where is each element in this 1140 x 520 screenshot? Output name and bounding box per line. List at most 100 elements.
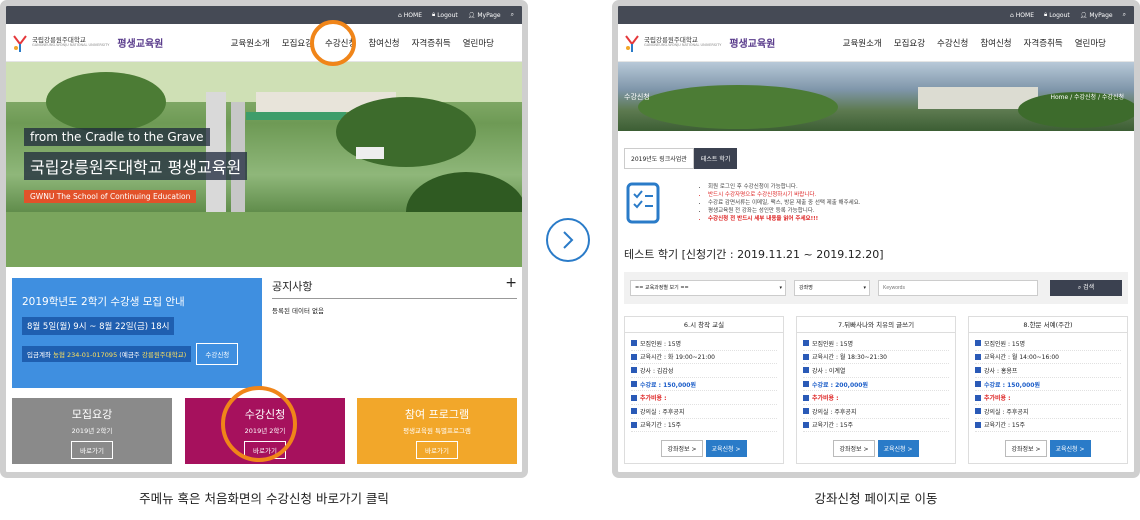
logout-link[interactable]: 🔒︎ Logout [1044, 11, 1070, 19]
tile-recruit-button[interactable]: 바로가기 [71, 441, 113, 459]
checkbox-icon [975, 421, 981, 428]
nav-item-recruit[interactable]: 모집요강 [282, 37, 313, 49]
checkbox-icon [975, 340, 981, 347]
course-row: 수강료 : 200,000원 [803, 378, 949, 392]
tab-link-project[interactable]: 2019년도 링크사업관 [624, 148, 694, 169]
site-logo[interactable]: 국립강릉원주대학교 GANGNEUNG-WONJU NATIONAL UNIVER… [12, 32, 163, 54]
tile-program-sub: 평생교육원 특별프로그램 [403, 427, 471, 435]
main-nav: 교육원소개 모집요강 수강신청 참여신청 자격증취득 열린마당 [231, 37, 494, 49]
info-list: 회원 로그인 후 수강신청이 가능합니다. 반드시 수강자명으로 수강신청하시기… [708, 183, 861, 223]
course-row: 강사 : 이계열 [803, 364, 949, 378]
top-utility-bar: ⌂ HOME 🔒︎ Logout 👤︎ MyPage ⌕ [6, 6, 522, 24]
nav-item-board[interactable]: 열린마당 [1075, 37, 1106, 49]
checkbox-icon [631, 421, 637, 428]
course-row: 강의실 : 주후공지 [975, 405, 1121, 419]
left-caption: 주메뉴 혹은 처음화면의 수강신청 바로가기 클릭 [139, 491, 389, 506]
info-item: 반드시 수강자명으로 수강신청하시기 바랍니다. [708, 191, 861, 199]
course-row: 모집인원 : 15명 [631, 337, 777, 351]
course-row: 수강료 : 150,000원 [631, 378, 777, 392]
course-card: 6.시 창작 교실 모집인원 : 15명 교육시간 : 화 19:00~21:0… [624, 316, 784, 464]
course-row: 교육시간 : 월 14:00~16:00 [975, 351, 1121, 365]
nav-item-recruit[interactable]: 모집요강 [894, 37, 925, 49]
nav-item-board[interactable]: 열린마당 [463, 37, 494, 49]
nav-item-enroll[interactable]: 수강신청 [937, 37, 968, 49]
search-icon[interactable]: ⌕ [1123, 11, 1126, 19]
search-button[interactable]: ⌕ 검색 [1050, 280, 1122, 296]
home-link[interactable]: ⌂ HOME [1010, 12, 1034, 19]
search-icon[interactable]: ⌕ [511, 11, 514, 19]
university-logo-icon [13, 34, 27, 52]
checkbox-icon [803, 394, 809, 401]
user-icon: 👤︎ [1079, 11, 1088, 19]
home-icon: ⌂ [1009, 11, 1014, 19]
course-apply-button[interactable]: 교육신청 > [1049, 440, 1091, 458]
course-row: 모집인원 : 15명 [975, 337, 1121, 351]
highlight-circle-tile [221, 386, 297, 462]
checklist-icon [626, 182, 660, 224]
logout-link[interactable]: 🔒︎ Logout [432, 11, 458, 19]
nav-item-certificate[interactable]: 자격증취득 [1024, 37, 1063, 49]
info-item: 수강료 감면서류는 이메일, 팩스, 방문 제출 중 선택 제출 해주세요. [708, 199, 861, 207]
hero-title: 국립강릉원주대학교 평생교육원 [24, 152, 248, 180]
notice-board: 공지사항 + 등록된 데이터 없음 [272, 276, 517, 388]
plus-icon[interactable]: + [505, 276, 517, 294]
search-input[interactable] [878, 280, 1038, 296]
home-link[interactable]: ⌂ HOME [398, 12, 422, 19]
nav-item-certificate[interactable]: 자격증취득 [412, 37, 451, 49]
field-select[interactable]: 강좌명 ▾ [794, 280, 870, 296]
next-arrow [546, 218, 590, 262]
term-title: 테스트 학기 [신청기간 : 2019.11.21 ~ 2019.12.20] [624, 248, 884, 261]
page-banner: 수강신청 Home / 수강신청 / 수강신청 [618, 62, 1134, 131]
nav-item-participate[interactable]: 참여신청 [368, 37, 399, 49]
course-title: 7.뒤빠사나와 치유의 글쓰기 [797, 317, 955, 333]
site-logo[interactable]: 국립강릉원주대학교 GANGNEUNG-WONJU NATIONAL UNIVER… [624, 32, 775, 54]
course-row: 교육시간 : 월 18:30~21:30 [803, 351, 949, 365]
lock-icon: 🔒︎ [1043, 11, 1048, 18]
checkbox-icon [803, 353, 809, 360]
mypage-link[interactable]: 👤︎ MyPage [1080, 12, 1113, 19]
tile-program-button[interactable]: 바로가기 [416, 441, 458, 459]
recruit-info-box: 2019학년도 2학기 수강생 모집 안내 8월 5일(월) 9시 ~ 8월 2… [12, 278, 262, 388]
institute-name: 평생교육원 [729, 39, 776, 50]
course-info-button[interactable]: 강좌정보 > [661, 440, 703, 458]
tile-recruit-sub: 2019년 2학기 [71, 427, 113, 435]
nav-item-participate[interactable]: 참여신청 [980, 37, 1011, 49]
course-row: 강의실 : 주후공지 [803, 405, 949, 419]
course-apply-button[interactable]: 교육신청 > [877, 440, 919, 458]
nav-item-intro[interactable]: 교육원소개 [843, 37, 882, 49]
course-row: 추가비용 : [803, 391, 949, 405]
mypage-link[interactable]: 👤︎ MyPage [468, 12, 501, 19]
checkbox-icon [631, 367, 637, 374]
term-tabs: 2019년도 링크사업관 테스트 학기 [624, 148, 738, 169]
checkbox-icon [975, 353, 981, 360]
info-item: 수강신청 전 반드시 세부 내용을 읽어 주세요!!! [708, 215, 861, 223]
top-utility-bar: ⌂ HOME 🔒︎ Logout 👤︎ MyPage ⌕ [618, 6, 1134, 24]
tab-test-term[interactable]: 테스트 학기 [693, 148, 738, 169]
account-holder: 강릉원주대학교) [141, 351, 187, 359]
account-number: 농협 234-01-017095 [53, 351, 118, 359]
site-header: 국립강릉원주대학교 GANGNEUNG-WONJU NATIONAL UNIVER… [618, 24, 1134, 62]
course-info-button[interactable]: 강좌정보 > [833, 440, 875, 458]
notice-empty-text: 등록된 데이터 없음 [272, 307, 324, 315]
chevron-down-icon: ▾ [863, 285, 866, 291]
checkbox-icon [631, 353, 637, 360]
course-card: 7.뒤빠사나와 치유의 글쓰기 모집인원 : 15명 교육시간 : 월 18:3… [796, 316, 956, 464]
course-info-button[interactable]: 강좌정보 > [1005, 440, 1047, 458]
search-bar: == 교육과정별 보기 ==▾ 강좌명▾ ⌕ 검색 [624, 272, 1128, 304]
course-row: 교육기간 : 15주 [631, 419, 777, 433]
course-title: 6.시 창작 교실 [625, 317, 783, 333]
enroll-page-screenshot: ⌂ HOME 🔒︎ Logout 👤︎ MyPage ⌕ 국립강릉원주대학교 GANGN… [612, 0, 1140, 478]
recruit-enroll-button[interactable]: 수강신청 [196, 343, 239, 365]
checkbox-icon [631, 394, 637, 401]
checkbox-icon [803, 340, 809, 347]
checkbox-icon [803, 421, 809, 428]
category-select[interactable]: == 교육과정별 보기 == ▾ [630, 280, 786, 296]
university-name-en: GANGNEUNG-WONJU NATIONAL UNIVERSITY [32, 43, 110, 48]
home-icon: ⌂ [397, 11, 402, 19]
checkbox-icon [975, 367, 981, 374]
hero-banner: from the Cradle to the Grave 국립강릉원주대학교 평… [6, 62, 522, 267]
nav-item-intro[interactable]: 교육원소개 [231, 37, 270, 49]
account-holder-label: (예금주 [119, 351, 140, 359]
course-title: 8.한문 서예(주간) [969, 317, 1127, 333]
course-apply-button[interactable]: 교육신청 > [705, 440, 747, 458]
